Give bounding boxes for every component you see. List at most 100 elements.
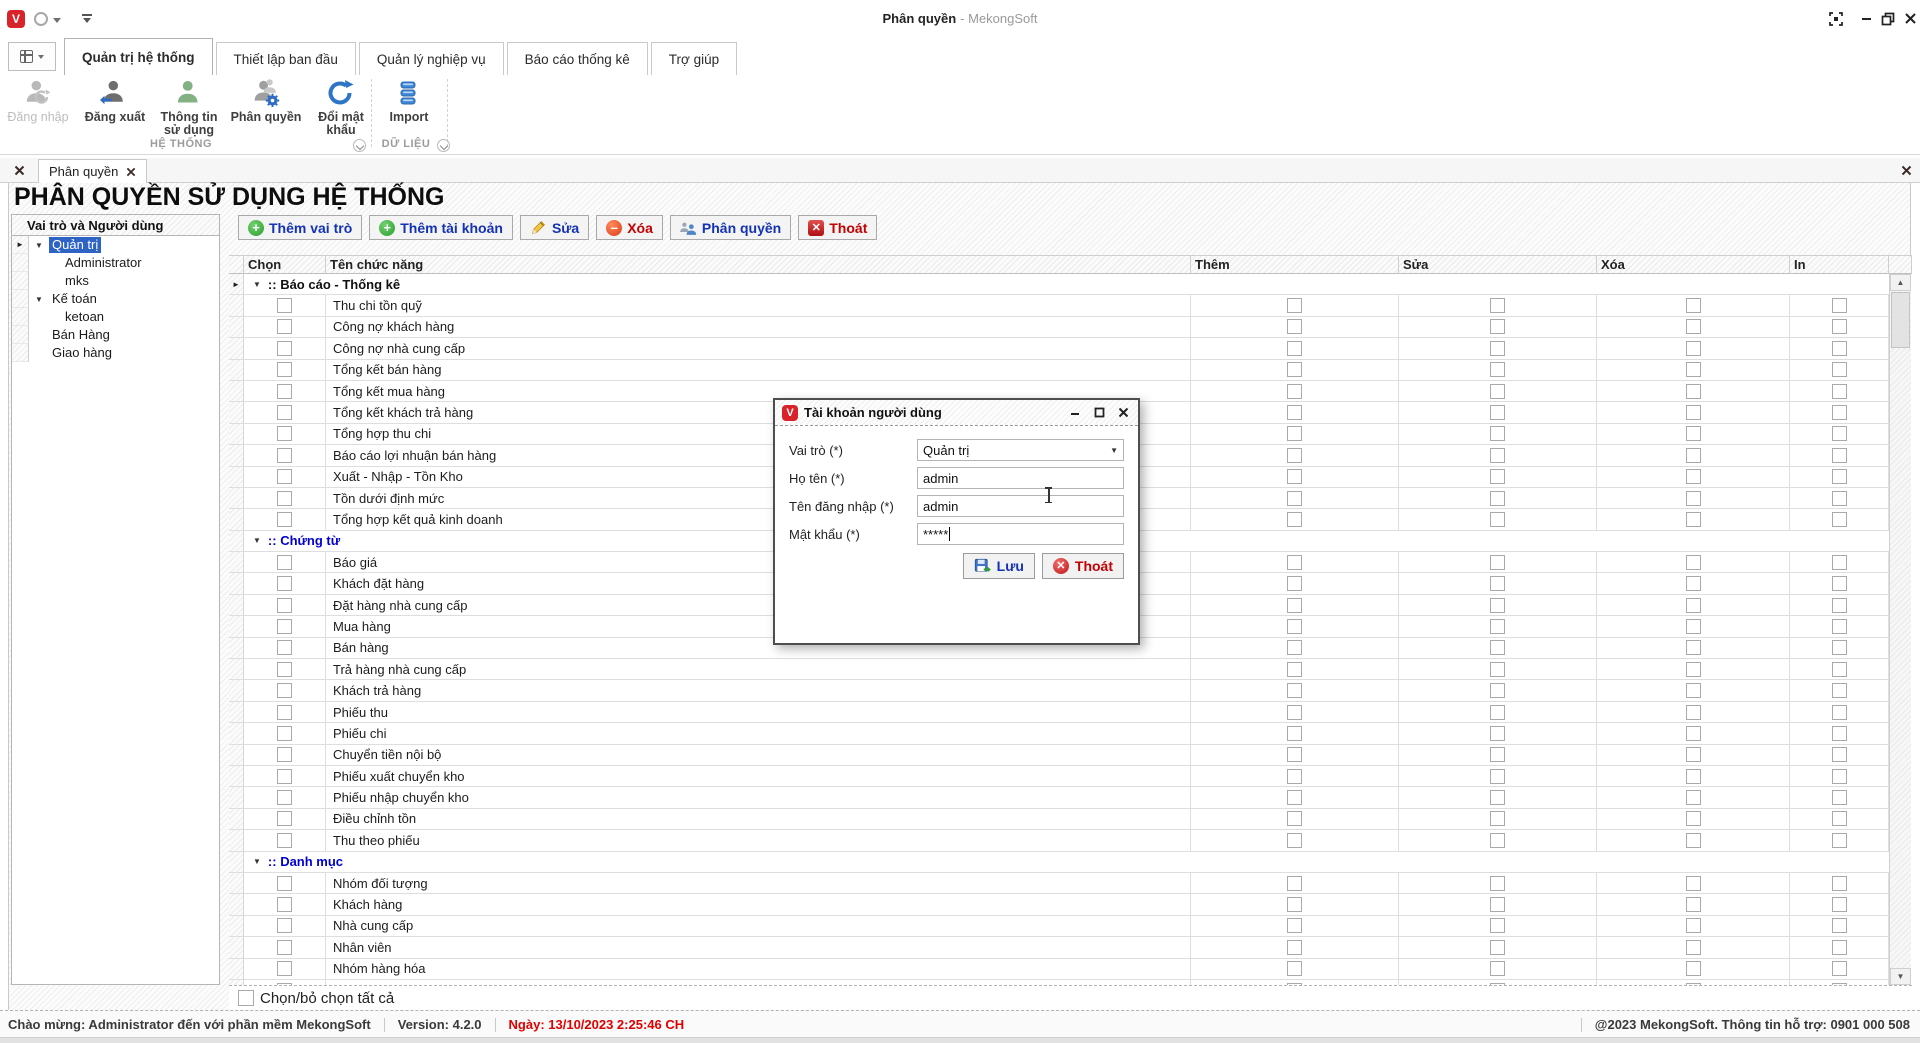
edit-permission-checkbox[interactable] <box>1490 576 1505 592</box>
delete-permission-checkbox[interactable] <box>1685 811 1701 827</box>
add-permission-checkbox[interactable] <box>1287 832 1302 848</box>
fullscreen-icon[interactable] <box>1828 11 1844 26</box>
select-checkbox[interactable] <box>277 426 292 442</box>
select-checkbox[interactable] <box>277 576 292 592</box>
add-permission-checkbox[interactable] <box>1287 918 1302 934</box>
select-checkbox[interactable] <box>277 939 292 955</box>
function-group-row[interactable]: ▼:: Danh mục <box>229 851 1889 873</box>
add-permission-checkbox[interactable] <box>1287 725 1302 741</box>
edit-permission-checkbox[interactable] <box>1490 362 1505 378</box>
edit-permission-checkbox[interactable] <box>1490 383 1505 399</box>
tab-phan-quyen[interactable]: Phân quyền <box>38 159 148 183</box>
edit-permission-checkbox[interactable] <box>1490 618 1505 634</box>
add-permission-checkbox[interactable] <box>1287 362 1302 378</box>
print-permission-checkbox[interactable] <box>1831 725 1847 741</box>
print-permission-checkbox[interactable] <box>1831 298 1847 314</box>
print-permission-checkbox[interactable] <box>1831 640 1847 656</box>
select-checkbox[interactable] <box>277 597 292 613</box>
function-row[interactable]: Phiếu chi <box>229 723 1889 745</box>
select-checkbox[interactable] <box>277 319 292 335</box>
add-permission-checkbox[interactable] <box>1287 939 1302 955</box>
edit-permission-checkbox[interactable] <box>1490 875 1505 891</box>
function-name-cell[interactable]: Công nợ nhà cung cấp <box>326 338 1191 359</box>
print-permission-checkbox[interactable] <box>1831 832 1847 848</box>
select-checkbox[interactable] <box>277 875 292 891</box>
close-all-tabs-icon[interactable] <box>1898 162 1914 178</box>
delete-permission-checkbox[interactable] <box>1685 640 1701 656</box>
print-permission-checkbox[interactable] <box>1831 875 1847 891</box>
select-checkbox[interactable] <box>277 961 292 977</box>
column-header-xóa[interactable]: Xóa <box>1597 255 1790 274</box>
delete-permission-checkbox[interactable] <box>1685 747 1701 763</box>
print-permission-checkbox[interactable] <box>1831 383 1847 399</box>
function-row[interactable]: Nhà cung cấp <box>229 915 1889 938</box>
close-tab-icon[interactable] <box>11 162 27 178</box>
tree-item-mks[interactable]: mks <box>12 272 219 290</box>
ribbon-tab-trợ-giúp[interactable]: Trợ giúp <box>650 42 738 75</box>
roles-users-header[interactable]: Vai trò và Người dùng <box>12 215 219 236</box>
print-permission-checkbox[interactable] <box>1831 340 1847 356</box>
scrollbar-thumb[interactable] <box>1891 292 1910 348</box>
select-checkbox[interactable] <box>277 790 292 806</box>
dialog-titlebar[interactable]: V Tài khoản người dùng <box>775 400 1138 426</box>
select-checkbox[interactable] <box>277 340 292 356</box>
edit-permission-checkbox[interactable] <box>1490 832 1505 848</box>
select-checkbox[interactable] <box>277 618 292 634</box>
edit-permission-checkbox[interactable] <box>1490 918 1505 934</box>
column-header-thêm[interactable]: Thêm <box>1191 255 1399 274</box>
group-collapse-icon[interactable] <box>437 139 450 152</box>
add-permission-checkbox[interactable] <box>1287 511 1302 527</box>
tree-item-bán-hàng[interactable]: Bán Hàng <box>12 326 219 344</box>
delete-permission-checkbox[interactable] <box>1685 383 1701 399</box>
edit-permission-checkbox[interactable] <box>1490 469 1505 485</box>
delete-permission-checkbox[interactable] <box>1685 597 1701 613</box>
delete-permission-checkbox[interactable] <box>1685 875 1701 891</box>
edit-permission-checkbox[interactable] <box>1490 490 1505 506</box>
function-name-cell[interactable]: Trả hàng nhà cung cấp <box>326 659 1191 680</box>
function-name-cell[interactable]: Nhóm đối tượng <box>326 872 1191 894</box>
tên-đăng-nhập-input[interactable]: admin <box>917 495 1124 517</box>
lưu-button[interactable]: Lưu <box>962 553 1035 579</box>
edit-permission-checkbox[interactable] <box>1490 340 1505 356</box>
function-name-cell[interactable]: Nhân viên <box>326 937 1191 958</box>
select-checkbox[interactable] <box>277 704 292 720</box>
add-permission-checkbox[interactable] <box>1287 597 1302 613</box>
ribbon-tab-thiết-lập-ban-đầu[interactable]: Thiết lập ban đầu <box>215 42 356 75</box>
edit-permission-checkbox[interactable] <box>1490 298 1505 314</box>
edit-permission-checkbox[interactable] <box>1490 447 1505 463</box>
delete-permission-checkbox[interactable] <box>1685 447 1701 463</box>
ribbon-button-import[interactable]: Import <box>378 79 440 137</box>
restore-icon[interactable] <box>1880 11 1896 26</box>
tree-item-administrator[interactable]: Administrator <box>12 254 219 272</box>
edit-permission-checkbox[interactable] <box>1490 768 1505 784</box>
tree-item-giao-hàng[interactable]: Giao hàng <box>12 344 219 362</box>
column-header-chọn[interactable]: Chọn <box>244 255 326 274</box>
print-permission-checkbox[interactable] <box>1831 511 1847 527</box>
print-permission-checkbox[interactable] <box>1831 319 1847 335</box>
column-header-sửa[interactable]: Sửa <box>1399 255 1597 274</box>
edit-permission-checkbox[interactable] <box>1490 554 1505 570</box>
ribbon-tab-quản-lý-nghiệp-vụ[interactable]: Quản lý nghiệp vụ <box>358 42 504 75</box>
print-permission-checkbox[interactable] <box>1831 897 1847 913</box>
ribbon-button-phân-quyền[interactable]: Phân quyền <box>224 79 308 137</box>
dialog-maximize-icon[interactable] <box>1092 406 1107 420</box>
select-checkbox[interactable] <box>277 298 292 314</box>
function-name-cell[interactable]: Khách hàng <box>326 894 1191 915</box>
chevron-down-icon[interactable]: ▼ <box>1110 446 1118 455</box>
select-checkbox[interactable] <box>277 554 292 570</box>
ribbon-button-đăng-xuất[interactable]: Đăng xuất <box>76 79 154 137</box>
sửa-button[interactable]: Sửa <box>519 215 590 240</box>
delete-permission-checkbox[interactable] <box>1685 661 1701 677</box>
print-permission-checkbox[interactable] <box>1831 811 1847 827</box>
function-row[interactable]: Phiếu nhập chuyển kho <box>229 787 1889 809</box>
select-checkbox[interactable] <box>277 747 292 763</box>
function-name-cell[interactable]: Phiếu thu <box>326 701 1191 723</box>
add-permission-checkbox[interactable] <box>1287 640 1302 656</box>
tree-item-ketoan[interactable]: ketoan <box>12 308 219 326</box>
dialog-minimize-icon[interactable] <box>1068 406 1083 420</box>
function-row[interactable]: Chuyển tiền nội bộ <box>229 744 1889 766</box>
ribbon-button-đổi-mật-khẩu[interactable]: Đổi mật khẩu <box>310 79 372 137</box>
add-permission-checkbox[interactable] <box>1287 747 1302 763</box>
delete-permission-checkbox[interactable] <box>1685 897 1701 913</box>
expand-collapse-icon[interactable]: ▼ <box>253 536 261 545</box>
